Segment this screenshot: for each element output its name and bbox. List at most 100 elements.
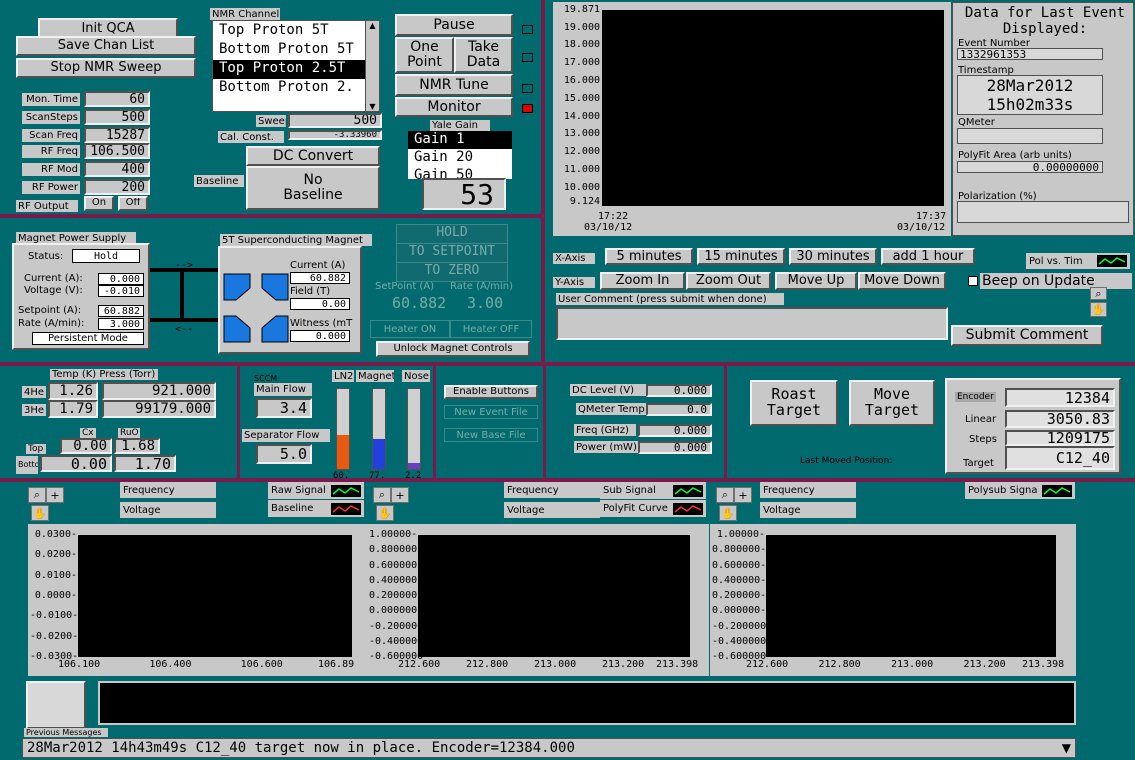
status-led bbox=[522, 25, 533, 34]
rf-off-button[interactable]: Off bbox=[118, 196, 148, 211]
qmeter-label: Power (mW) bbox=[574, 441, 638, 453]
heater-on-button[interactable]: Heater ON bbox=[370, 320, 450, 338]
signal-plot[interactable] bbox=[418, 535, 690, 657]
x-15min-button[interactable]: 15 minutes bbox=[697, 248, 785, 265]
polyfit-label: PolyFit Area (arb units) bbox=[958, 150, 1072, 161]
no-baseline-button[interactable]: No Baseline bbox=[246, 166, 380, 210]
enable-buttons-button[interactable]: Enable Buttons bbox=[444, 385, 538, 399]
voltage-axis-control[interactable]: Voltage bbox=[504, 502, 600, 518]
cal-const-field[interactable]: -3.33960 bbox=[288, 130, 382, 140]
x-tick: 213.398 bbox=[656, 659, 699, 670]
message-scroll-box[interactable] bbox=[26, 681, 86, 729]
heater-off-button[interactable]: Heater OFF bbox=[450, 320, 532, 338]
rate-field[interactable]: 3.000 bbox=[98, 318, 144, 330]
rf-freq-field[interactable]: 106.500 bbox=[84, 143, 150, 159]
y-tick: 9.124 bbox=[569, 196, 600, 207]
zoom-out-button[interactable]: Zoom Out bbox=[686, 272, 771, 290]
stop-nmr-sweep-button[interactable]: Stop NMR Sweep bbox=[16, 58, 196, 78]
x-30min-button[interactable]: 30 minutes bbox=[789, 248, 877, 265]
signal-plot[interactable] bbox=[766, 535, 1056, 657]
scrollbar[interactable]: ▲ ▼ bbox=[365, 21, 379, 111]
to-setpoint-button[interactable]: TO SETPOINT bbox=[397, 244, 507, 263]
zoom-icon[interactable]: ⌕ bbox=[1090, 287, 1107, 300]
scroll-down-icon[interactable]: ▼ bbox=[366, 102, 379, 111]
rf-power-field[interactable]: 200 bbox=[84, 179, 150, 195]
zoom-icon[interactable]: ⌕ bbox=[28, 487, 46, 503]
nmr-tune-button[interactable]: NMR Tune bbox=[395, 74, 513, 96]
scroll-up-icon[interactable]: ▲ bbox=[366, 21, 379, 30]
y-tick: 18.000 bbox=[563, 39, 600, 51]
y-tick: 14.000 bbox=[563, 110, 600, 122]
hold-button[interactable]: HOLD bbox=[397, 225, 507, 244]
last-event-panel: Data for Last Event Displayed: Event Num… bbox=[952, 2, 1134, 236]
nmr-channel-list[interactable]: Top Proton 5T Bottom Proton 5T Top Proto… bbox=[212, 20, 380, 112]
move-down-button[interactable]: Move Down bbox=[858, 272, 946, 290]
beep-checkbox[interactable] bbox=[968, 276, 978, 286]
new-event-file-button[interactable]: New Event File bbox=[444, 405, 538, 419]
move-target-button[interactable]: Move Target bbox=[849, 380, 935, 426]
message-dropdown[interactable]: 28Mar2012 14h43m49s C12_40 target now in… bbox=[22, 738, 1076, 758]
move-up-button[interactable]: Move Up bbox=[775, 272, 857, 290]
take-data-button[interactable]: Take Data bbox=[454, 37, 513, 73]
gain-item-selected[interactable]: Gain 1 bbox=[408, 131, 512, 149]
dc-convert-button[interactable]: DC Convert bbox=[246, 146, 380, 166]
monitor-button[interactable]: Monitor bbox=[395, 97, 513, 117]
he4-temp-field: 1.26 bbox=[48, 382, 98, 400]
last-event-title: Data for Last Event Displayed: bbox=[964, 5, 1126, 37]
last-moved-label: Last Moved Position: bbox=[800, 456, 893, 466]
rf-on-button[interactable]: On bbox=[84, 196, 114, 211]
one-point-button[interactable]: One Point bbox=[395, 37, 454, 73]
plus-icon[interactable]: + bbox=[46, 487, 64, 503]
gain-item[interactable]: Gain 20 bbox=[408, 149, 512, 167]
legend-label: Sub Signal bbox=[603, 485, 656, 496]
sweeps-field[interactable]: 500 bbox=[288, 113, 382, 128]
frequency-axis-control[interactable]: Frequency bbox=[120, 482, 216, 498]
pan-hand-icon[interactable]: ✋ bbox=[376, 505, 394, 521]
user-comment-input[interactable] bbox=[556, 307, 948, 340]
list-item-selected[interactable]: Top Proton 2.5T bbox=[213, 60, 365, 79]
x-5min-button[interactable]: 5 minutes bbox=[605, 248, 693, 265]
previous-messages-label: Previous Messages bbox=[24, 728, 108, 737]
zoom-icon[interactable]: ⌕ bbox=[373, 487, 391, 503]
frequency-axis-control[interactable]: Frequency bbox=[504, 482, 600, 498]
voltage-axis-control[interactable]: Voltage bbox=[760, 502, 856, 518]
plus-icon[interactable]: + bbox=[734, 487, 752, 503]
pan-hand-icon[interactable]: ✋ bbox=[719, 505, 737, 521]
pan-hand-icon[interactable]: ✋ bbox=[1090, 302, 1107, 317]
pause-button[interactable]: Pause bbox=[395, 14, 513, 36]
list-item[interactable]: Bottom Proton 2. bbox=[213, 79, 365, 98]
x-add-hour-button[interactable]: add 1 hour bbox=[881, 248, 975, 265]
y-tick: 0.0200- bbox=[34, 549, 77, 561]
he3-label: 3He bbox=[22, 404, 46, 416]
list-item[interactable]: Top Proton 5T bbox=[213, 22, 365, 41]
scan-steps-field[interactable]: 500 bbox=[84, 109, 150, 125]
chevron-down-icon[interactable]: ▼ bbox=[1062, 741, 1071, 755]
mon-time-field[interactable]: 60 bbox=[84, 91, 150, 107]
plus-icon[interactable]: + bbox=[391, 487, 409, 503]
submit-comment-button[interactable]: Submit Comment bbox=[951, 325, 1103, 346]
zoom-icon[interactable]: ⌕ bbox=[716, 487, 734, 503]
rf-mod-field[interactable]: 400 bbox=[84, 161, 150, 177]
x-tick: 03/10/12 bbox=[897, 222, 946, 233]
voltage-axis-control[interactable]: Voltage bbox=[120, 502, 216, 518]
separator bbox=[433, 365, 436, 480]
zoom-in-button[interactable]: Zoom In bbox=[600, 272, 685, 290]
polarization-plot[interactable] bbox=[602, 10, 944, 206]
gain-list[interactable]: Gain 1 Gain 20 Gain 50 bbox=[408, 131, 512, 179]
signal-plot[interactable] bbox=[78, 535, 352, 657]
new-base-file-button[interactable]: New Base File bbox=[444, 428, 538, 442]
roast-target-button[interactable]: Roast Target bbox=[750, 380, 838, 426]
pan-hand-icon[interactable]: ✋ bbox=[31, 505, 49, 521]
status-led bbox=[522, 53, 533, 62]
user-comment-label: User Comment (press submit when done) bbox=[556, 293, 784, 305]
list-item[interactable]: Bottom Proton 5T bbox=[213, 41, 365, 60]
y-tick: 19.871 bbox=[563, 4, 600, 15]
level-fill bbox=[408, 462, 420, 469]
frequency-axis-control[interactable]: Frequency bbox=[760, 482, 856, 498]
magnet-level-bar bbox=[372, 388, 386, 470]
setpoint-field[interactable]: 60.882 bbox=[98, 305, 144, 317]
save-chan-list-button[interactable]: Save Chan List bbox=[16, 36, 196, 56]
to-zero-button[interactable]: TO ZERO bbox=[397, 263, 507, 282]
unlock-magnet-button[interactable]: Unlock Magnet Controls bbox=[376, 341, 530, 357]
scan-freq-field[interactable]: 15287 bbox=[84, 127, 150, 143]
